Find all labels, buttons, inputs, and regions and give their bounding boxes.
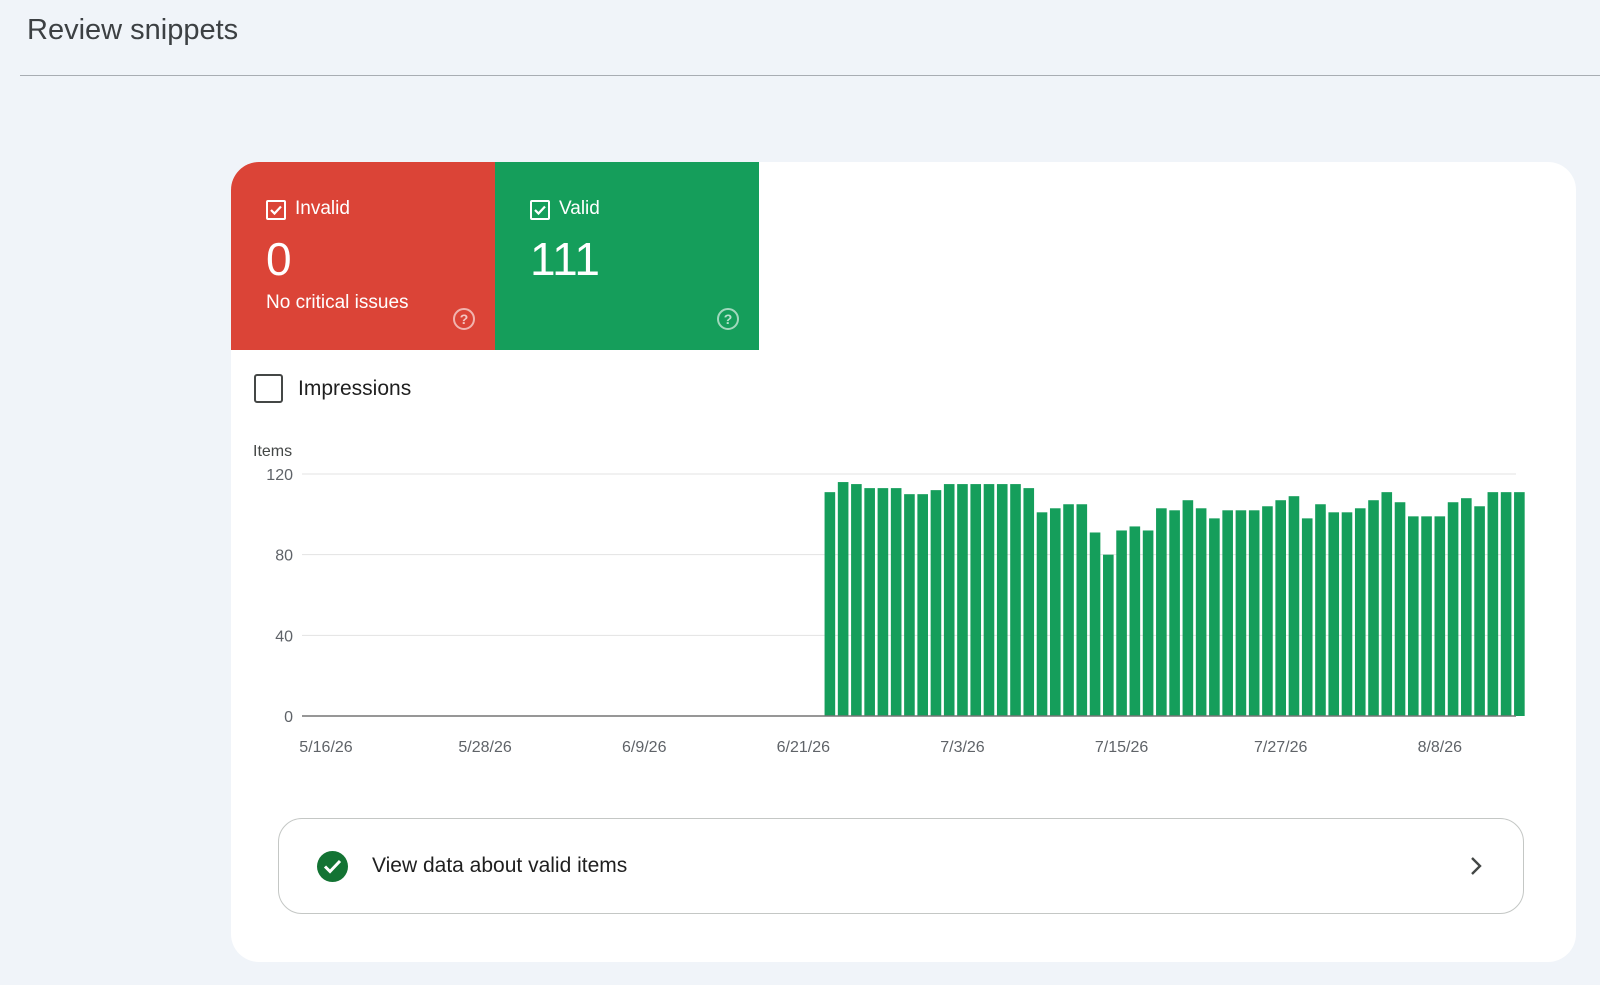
chart-bar [1195,508,1207,716]
chart-bar [970,484,982,716]
chart-bar [943,484,955,716]
chart-bar [1407,516,1419,716]
impressions-toggle[interactable]: Impressions [254,374,411,403]
chart-bar [1222,510,1233,716]
page-title: Review snippets [27,14,239,46]
chart-bar [1129,526,1141,716]
chart-bar [1487,492,1499,716]
chart-bar [917,494,928,716]
chart-bar [1514,492,1525,716]
invalid-subtitle: No critical issues [266,292,409,313]
y-tick-label: 0 [284,709,293,726]
x-tick-label: 7/15/26 [1095,739,1148,756]
chart-bar [1328,512,1340,716]
chart-bar [1103,554,1114,716]
chart-bar [1063,504,1074,716]
chart-bar [1235,510,1247,716]
chart-bar [1447,502,1459,716]
checkbox-icon[interactable] [530,200,550,220]
chart-bar [864,488,875,716]
chart-bar [824,492,836,716]
y-tick-label: 40 [275,628,293,645]
x-tick-label: 7/3/26 [940,739,985,756]
y-tick-label: 120 [266,467,293,484]
chart-bar [1023,488,1035,716]
chart-bar [1354,508,1366,716]
chart-bar [877,488,889,716]
chart-bar [983,484,995,716]
valid-count: 111 [530,233,600,285]
chart-bar [1381,492,1393,716]
x-tick-label: 6/9/26 [622,739,667,756]
chart-bar [1288,496,1300,716]
chart-bar [1169,510,1180,716]
chart-bar [1076,504,1088,716]
check-circle-icon [317,850,348,882]
chart-bar [1368,500,1379,716]
chart-bar [1341,512,1353,716]
header-divider [20,75,1600,76]
chart-bar [996,484,1008,716]
chart-bar [1142,530,1154,716]
y-axis-title: Items [253,443,292,460]
x-tick-label: 6/21/26 [777,739,830,756]
help-circle-icon[interactable]: ? [453,308,475,330]
chart-bar [1036,512,1048,716]
chart-bar [1116,530,1127,716]
chart-bar [1394,502,1406,716]
x-tick-label: 5/28/26 [458,739,511,756]
chart-bar [851,484,862,716]
impressions-label: Impressions [298,376,412,400]
valid-tile[interactable]: Valid 111 ? [495,162,759,350]
chart-bar [1089,532,1101,716]
chart-bar [904,494,915,716]
chart-bar [1156,508,1167,716]
chart-bar [1461,498,1472,716]
valid-label: Valid [559,198,600,219]
chart-bar [837,482,849,716]
items-chart: Items 0 40 80 120 5/16/26 5/28/26 6/9/26 6/21/26… [231,432,1576,772]
chart-bar [1474,506,1485,716]
chart-bar [1301,518,1313,716]
chart-bar [1248,510,1260,716]
chart-bar [1262,506,1273,716]
checkbox-icon[interactable] [266,200,286,220]
chevron-right-icon [1471,857,1482,875]
invalid-count: 0 [266,233,292,285]
invalid-tile[interactable]: Invalid 0 No critical issues ? [231,162,495,350]
y-tick-label: 80 [275,548,293,565]
chart-bar [1500,492,1512,716]
items-bar-chart: Items 0 40 80 120 5/16/26 5/28/26 6/9/26 6/21/26… [253,443,1525,756]
chart-bar [930,490,942,716]
report-card: Invalid 0 No critical issues ? Valid 111… [231,162,1576,962]
x-tick-label: 8/8/26 [1418,739,1463,756]
chart-bar [1315,504,1326,716]
chart-bar [890,488,902,716]
impressions-checkbox[interactable] [254,374,283,403]
chart-bar [1209,518,1220,716]
chart-bar [1182,500,1194,716]
x-tick-label: 5/16/26 [299,739,352,756]
chart-bar [1049,508,1061,716]
chart-bar [1010,484,1021,716]
view-valid-items-button[interactable]: View data about valid items [278,818,1524,914]
chart-bar [1421,516,1432,716]
chart-bar [1275,500,1286,716]
invalid-label: Invalid [295,198,350,219]
chart-bar [957,484,968,716]
x-tick-label: 7/27/26 [1254,739,1307,756]
help-circle-icon[interactable]: ? [717,308,739,330]
chart-bar [1434,516,1446,716]
view-valid-items-label: View data about valid items [372,854,628,877]
